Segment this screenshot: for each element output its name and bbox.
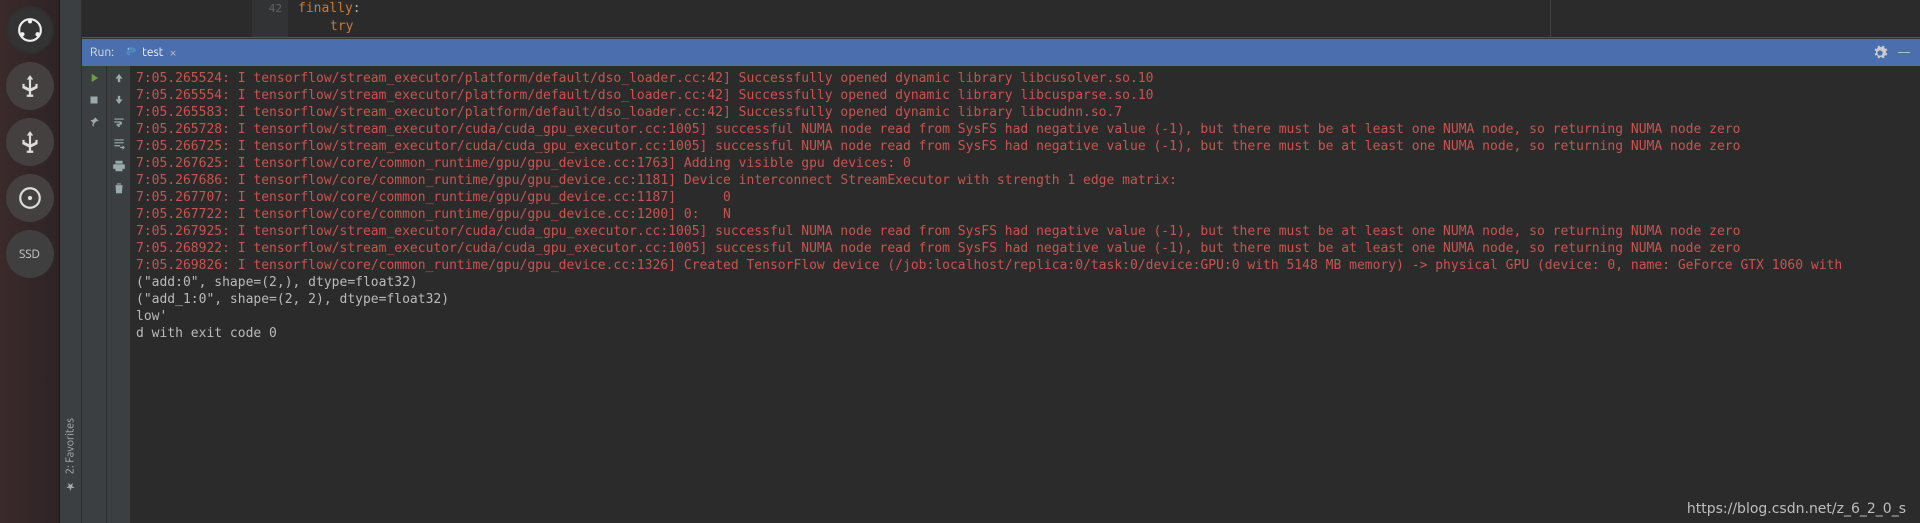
wrap-icon[interactable]: [111, 114, 127, 130]
python-icon: [122, 45, 138, 61]
console-line: 7:05.268922: I tensorflow/stream_executo…: [136, 240, 1914, 257]
close-icon[interactable]: ×: [169, 46, 176, 60]
console-line: 7:05.267925: I tensorflow/stream_executo…: [136, 223, 1914, 240]
star-icon: ★: [64, 480, 77, 493]
console-line: ("add_1:0", shape=(2, 2), dtype=float32): [136, 291, 1914, 308]
usb-icon: [17, 73, 43, 99]
gear-icon[interactable]: [1872, 45, 1888, 61]
console-line: 7:05.267707: I tensorflow/core/common_ru…: [136, 189, 1914, 206]
rerun-icon[interactable]: [86, 70, 102, 86]
down-icon[interactable]: [111, 92, 127, 108]
stop-icon[interactable]: [86, 92, 102, 108]
favorites-label: 2: Favorites: [65, 418, 77, 474]
run-label: Run:: [90, 46, 114, 59]
run-gutter-right: [106, 66, 130, 523]
trash-icon[interactable]: [111, 180, 127, 196]
watermark: https://blog.csdn.net/z_6_2_0_s: [1687, 501, 1906, 517]
up-icon[interactable]: [111, 70, 127, 86]
launcher-disk[interactable]: [6, 174, 54, 222]
ide-left-strip: ★ 2: Favorites: [60, 0, 82, 523]
console-line: 7:05.265554: I tensorflow/stream_executo…: [136, 87, 1914, 104]
ide-main: 42 finally: try Run: test × —: [82, 0, 1920, 523]
scroll-icon[interactable]: [111, 136, 127, 152]
console-line: 7:05.269826: I tensorflow/core/common_ru…: [136, 257, 1914, 274]
console-line: 7:05.265524: I tensorflow/stream_executo…: [136, 70, 1914, 87]
disk-icon: [17, 185, 43, 211]
console-line: low': [136, 308, 1914, 325]
run-tool-header: Run: test × —: [82, 38, 1920, 66]
minimize-icon[interactable]: —: [1896, 45, 1912, 61]
ubuntu-icon: [17, 17, 43, 43]
colon: :: [353, 1, 361, 16]
pin-icon[interactable]: [86, 114, 102, 130]
launcher-ssd[interactable]: SSD: [6, 230, 54, 278]
run-tool-body: 7:05.265524: I tensorflow/stream_executo…: [82, 66, 1920, 523]
usb-icon: [17, 129, 43, 155]
os-launcher: SSD: [0, 0, 60, 523]
console-output[interactable]: 7:05.265524: I tensorflow/stream_executo…: [130, 66, 1920, 523]
line-number: 42: [252, 0, 282, 18]
console-line: d with exit code 0: [136, 325, 1914, 342]
favorites-tool-tab[interactable]: ★ 2: Favorites: [64, 418, 77, 493]
run-tab-name[interactable]: test: [142, 46, 163, 59]
console-line: 7:05.267625: I tensorflow/core/common_ru…: [136, 155, 1914, 172]
launcher-usb-2[interactable]: [6, 118, 54, 166]
editor-code[interactable]: finally: try: [298, 0, 361, 36]
launcher-usb-1[interactable]: [6, 62, 54, 110]
keyword-try: try: [330, 19, 353, 34]
print-icon[interactable]: [111, 158, 127, 174]
ssd-label: SSD: [19, 248, 40, 261]
console-line: 7:05.265728: I tensorflow/stream_executo…: [136, 121, 1914, 138]
code-editor[interactable]: 42 finally: try: [82, 0, 1920, 38]
editor-minimap[interactable]: [1550, 0, 1910, 37]
launcher-ubuntu[interactable]: [6, 6, 54, 54]
editor-gutter: 42: [252, 0, 288, 37]
console-line: 7:05.267722: I tensorflow/core/common_ru…: [136, 206, 1914, 223]
console-line: 7:05.267686: I tensorflow/core/common_ru…: [136, 172, 1914, 189]
console-line: 7:05.266725: I tensorflow/stream_executo…: [136, 138, 1914, 155]
console-line: 7:05.265583: I tensorflow/stream_executo…: [136, 104, 1914, 121]
keyword-finally: finally: [298, 1, 353, 16]
run-gutter-left: [82, 66, 106, 523]
console-line: ("add:0", shape=(2,), dtype=float32): [136, 274, 1914, 291]
